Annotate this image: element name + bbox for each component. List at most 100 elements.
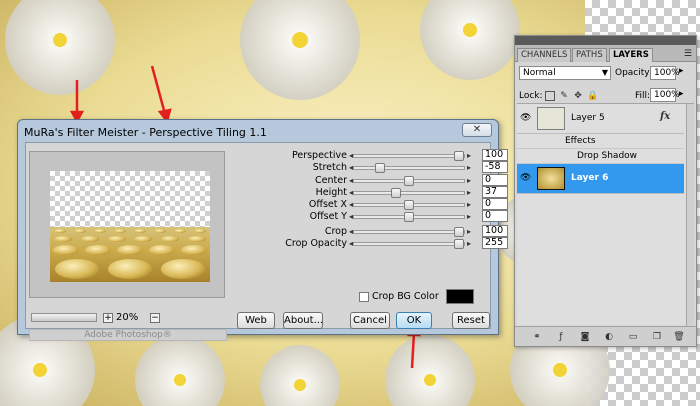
slider-thumb[interactable] [454, 239, 464, 249]
link-layers-icon[interactable]: ⚭ [531, 331, 543, 343]
eye-icon[interactable]: 👁 [520, 113, 531, 123]
slider-right-arrow-icon[interactable]: ▸ [467, 226, 471, 238]
opacity-input[interactable]: 100% [650, 66, 680, 80]
blend-mode-select[interactable]: Normal ▼ [519, 66, 611, 80]
new-layer-icon[interactable]: ❐ [651, 331, 663, 343]
fill-input[interactable]: 100% [650, 88, 680, 102]
param-slider[interactable] [353, 188, 465, 198]
cancel-button[interactable]: Cancel [350, 312, 390, 329]
layers-scrollbar[interactable] [686, 104, 694, 326]
param-value-input[interactable]: -58 [482, 161, 508, 173]
slider-thumb[interactable] [375, 163, 385, 173]
layer-mask-icon[interactable]: ◙ [579, 331, 591, 343]
panel-tabs: CHANNELS PATHS LAYERS ☰ [515, 45, 696, 62]
layer-name: Layer 5 [571, 113, 605, 123]
preview-image [50, 171, 210, 282]
param-value-input[interactable]: 37 [482, 186, 508, 198]
trash-icon[interactable]: 🗑 [673, 331, 685, 343]
layer-row-selected[interactable]: 👁 Layer 6 [517, 164, 684, 194]
param-value-input[interactable]: 255 [482, 237, 508, 249]
zoom-value: 20% [116, 312, 139, 323]
param-slider[interactable] [353, 163, 465, 173]
param-label: Crop [324, 226, 347, 237]
effects-row[interactable]: Effects [517, 134, 684, 149]
crop-bg-color-swatch[interactable] [446, 289, 474, 304]
ok-button[interactable]: OK [396, 312, 432, 329]
layer-name: Layer 6 [571, 173, 609, 183]
layer-style-icon[interactable]: ƒ [555, 331, 567, 343]
panel-menu-icon[interactable]: ☰ [684, 49, 692, 59]
adjustment-layer-icon[interactable]: ◐ [603, 331, 615, 343]
fx-icon[interactable]: fx [660, 111, 670, 122]
effect-name: Drop Shadow [577, 151, 638, 161]
dialog-title: MuRa's Filter Meister - Perspective Tili… [24, 126, 267, 139]
fill-dropdown-icon[interactable]: ▸ [679, 89, 684, 99]
param-row: Stretch ◂ ▸ -58 [231, 161, 508, 174]
slider-thumb[interactable] [404, 200, 414, 210]
slider-right-arrow-icon[interactable]: ▸ [467, 211, 471, 223]
panel-footer: ⚭ ƒ ◙ ◐ ▭ ❐ 🗑 [515, 326, 696, 346]
lock-transparency-icon[interactable] [545, 91, 555, 101]
web-button[interactable]: Web [237, 312, 275, 329]
tab-layers[interactable]: LAYERS [609, 48, 653, 62]
eye-icon[interactable]: 👁 [520, 173, 531, 183]
filter-dialog: MuRa's Filter Meister - Perspective Tili… [17, 119, 508, 341]
param-slider[interactable] [353, 239, 465, 249]
effects-label: Effects [565, 136, 596, 146]
param-value-input[interactable]: 0 [482, 210, 508, 222]
opacity-label: Opacity: [615, 68, 652, 78]
param-slider[interactable] [353, 227, 465, 237]
param-label: Perspective [291, 150, 347, 161]
zoom-slider[interactable] [31, 313, 97, 322]
reset-button[interactable]: Reset [452, 312, 490, 329]
param-row: Height ◂ ▸ 37 [231, 186, 508, 199]
param-row: Center ◂ ▸ 0 [231, 174, 508, 187]
slider-thumb[interactable] [404, 176, 414, 186]
param-slider[interactable] [353, 176, 465, 186]
param-row: Perspective ◂ ▸ 100 [231, 149, 508, 162]
about-button[interactable]: About... [283, 312, 323, 329]
slider-right-arrow-icon[interactable]: ▸ [467, 199, 471, 211]
slider-thumb[interactable] [454, 151, 464, 161]
layer-thumbnail [537, 167, 565, 190]
layers-list: 👁 Layer 5 fx Effects Drop Shadow 👁 Layer… [517, 103, 694, 326]
layer-row[interactable]: 👁 Layer 5 fx [517, 104, 684, 134]
param-value-input[interactable]: 100 [482, 225, 508, 237]
zoom-out-button[interactable]: − [150, 313, 160, 323]
param-value-input[interactable]: 100 [482, 149, 508, 161]
lock-all-icon[interactable]: 🔒 [587, 91, 598, 101]
lock-pixels-icon[interactable]: ✎ [559, 91, 569, 101]
opacity-dropdown-icon[interactable]: ▸ [679, 66, 684, 76]
lock-position-icon[interactable]: ✥ [573, 91, 583, 101]
param-value-input[interactable]: 0 [482, 198, 508, 210]
param-row: Offset X ◂ ▸ 0 [231, 198, 508, 211]
panel-title-bar[interactable] [515, 36, 696, 45]
brand-label: Adobe Photoshop® [29, 329, 227, 341]
slider-thumb[interactable] [404, 212, 414, 222]
effect-row[interactable]: Drop Shadow [517, 149, 684, 164]
chevron-down-icon: ▼ [601, 68, 608, 77]
param-value-input[interactable]: 0 [482, 174, 508, 186]
preview-frame [29, 151, 225, 298]
close-button[interactable]: ✕ [462, 123, 492, 137]
param-label: Crop Opacity [285, 238, 347, 249]
slider-right-arrow-icon[interactable]: ▸ [467, 150, 471, 162]
slider-right-arrow-icon[interactable]: ▸ [467, 187, 471, 199]
slider-right-arrow-icon[interactable]: ▸ [467, 238, 471, 250]
param-label: Stretch [312, 162, 347, 173]
zoom-in-button[interactable]: + [103, 313, 113, 323]
param-row: Crop Opacity ◂ ▸ 255 [231, 237, 508, 250]
param-slider[interactable] [353, 151, 465, 161]
tab-channels[interactable]: CHANNELS [517, 48, 572, 62]
slider-right-arrow-icon[interactable]: ▸ [467, 162, 471, 174]
param-slider[interactable] [353, 200, 465, 210]
new-group-icon[interactable]: ▭ [627, 331, 639, 343]
crop-bg-checkbox[interactable] [359, 292, 369, 302]
slider-thumb[interactable] [454, 227, 464, 237]
param-slider[interactable] [353, 212, 465, 222]
slider-right-arrow-icon[interactable]: ▸ [467, 175, 471, 187]
slider-thumb[interactable] [391, 188, 401, 198]
dialog-body: + 20% − Adobe Photoshop® Perspective ◂ ▸ 10… [25, 142, 508, 341]
close-icon: ✕ [472, 124, 482, 135]
tab-paths[interactable]: PATHS [572, 48, 607, 62]
